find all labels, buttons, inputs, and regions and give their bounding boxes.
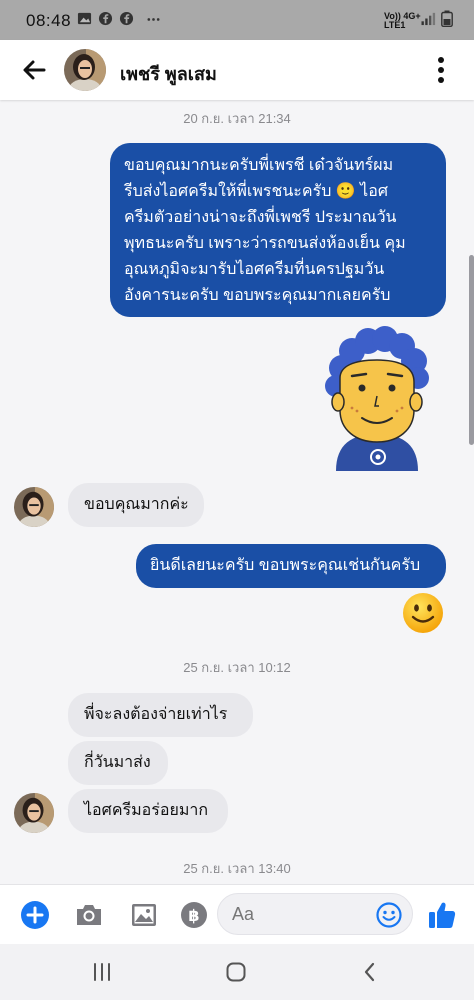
contact-name[interactable]: เพชรี พูลเสม bbox=[120, 59, 217, 88]
timestamp: 25 ก.ย. เวลา 10:12 bbox=[183, 660, 291, 675]
sender-avatar[interactable] bbox=[14, 793, 54, 833]
scrollbar[interactable] bbox=[469, 255, 474, 445]
message-line: ครีมตัวอย่างน่าจะถึงพี่เพชรี ประมาณวัน bbox=[124, 209, 397, 226]
thumbs-up-icon[interactable] bbox=[426, 899, 458, 931]
more-vertical-icon[interactable] bbox=[428, 54, 454, 86]
recent-apps-icon[interactable] bbox=[88, 958, 116, 986]
incoming-message[interactable]: ไอศครีมอร่อยมาก bbox=[68, 789, 228, 833]
message-line: อังคารนะครับ ขอบพระคุณมากเลยครับ bbox=[124, 287, 391, 304]
back-arrow-icon[interactable] bbox=[18, 54, 50, 86]
incoming-message[interactable]: พี่จะลงต้องจ่ายเท่าไร bbox=[68, 693, 253, 737]
sticker-image[interactable] bbox=[322, 326, 432, 471]
home-icon[interactable] bbox=[222, 958, 250, 986]
network-label: Vo)) 4G+ LTE1 bbox=[384, 12, 421, 30]
smile-emoji-icon[interactable] bbox=[401, 591, 445, 635]
emoji-icon[interactable] bbox=[376, 902, 402, 928]
facebook-notification-icon bbox=[98, 11, 113, 26]
avatar-photo bbox=[14, 793, 54, 833]
nav-back-icon[interactable] bbox=[356, 958, 384, 986]
facebook-notification-icon-2 bbox=[119, 11, 134, 26]
outgoing-message[interactable]: ยินดีเลยนะครับ ขอบพระคุณเช่นกันครับ bbox=[136, 544, 446, 588]
message-line: อุณหภูมิจะมารับไอศครีมที่นครปฐมวัน bbox=[124, 261, 385, 278]
timestamp: 20 ก.ย. เวลา 21:34 bbox=[183, 111, 291, 126]
gallery-icon[interactable] bbox=[129, 900, 159, 930]
message-line: รีบส่งไอศครีมให้พี่เพรชนะครับ 🙂 ไอศ bbox=[124, 183, 388, 200]
network-sim: LTE1 bbox=[384, 20, 406, 30]
status-time: 08:48 bbox=[26, 11, 72, 30]
plus-icon[interactable] bbox=[20, 900, 50, 930]
sender-avatar[interactable] bbox=[14, 487, 54, 527]
battery-icon bbox=[441, 10, 453, 27]
conversation-header: เพชรี พูลเสม bbox=[0, 40, 474, 100]
message-line: ขอบคุณมากนะครับพี่เพรชี เด๋วจันทร์ผม bbox=[124, 157, 394, 174]
status-bar: 08:48 Vo)) 4G+ LTE1 bbox=[0, 0, 474, 40]
incoming-message[interactable]: ขอบคุณมากค่ะ bbox=[68, 483, 204, 527]
timestamp: 25 ก.ย. เวลา 13:40 bbox=[183, 861, 291, 876]
incoming-message[interactable]: กี่วันมาส่ง bbox=[68, 741, 168, 785]
message-line: พุทธนะครับ เพราะว่ารถขนส่งห้องเย็น คุม bbox=[124, 235, 406, 252]
contact-avatar[interactable] bbox=[64, 49, 106, 91]
system-nav-bar bbox=[0, 944, 474, 1000]
svg-text:฿: ฿ bbox=[188, 906, 199, 925]
avatar-photo bbox=[14, 487, 54, 527]
avatar-photo bbox=[64, 49, 106, 91]
outgoing-message[interactable]: ขอบคุณมากนะครับพี่เพรชี เด๋วจันทร์ผม รีบ… bbox=[110, 143, 446, 317]
signal-icon bbox=[421, 12, 436, 26]
camera-icon[interactable] bbox=[74, 900, 104, 930]
more-notifications-icon bbox=[147, 18, 160, 21]
gallery-notification-icon bbox=[77, 12, 92, 25]
message-composer: ฿ bbox=[0, 884, 474, 945]
payment-icon[interactable]: ฿ bbox=[179, 900, 209, 930]
